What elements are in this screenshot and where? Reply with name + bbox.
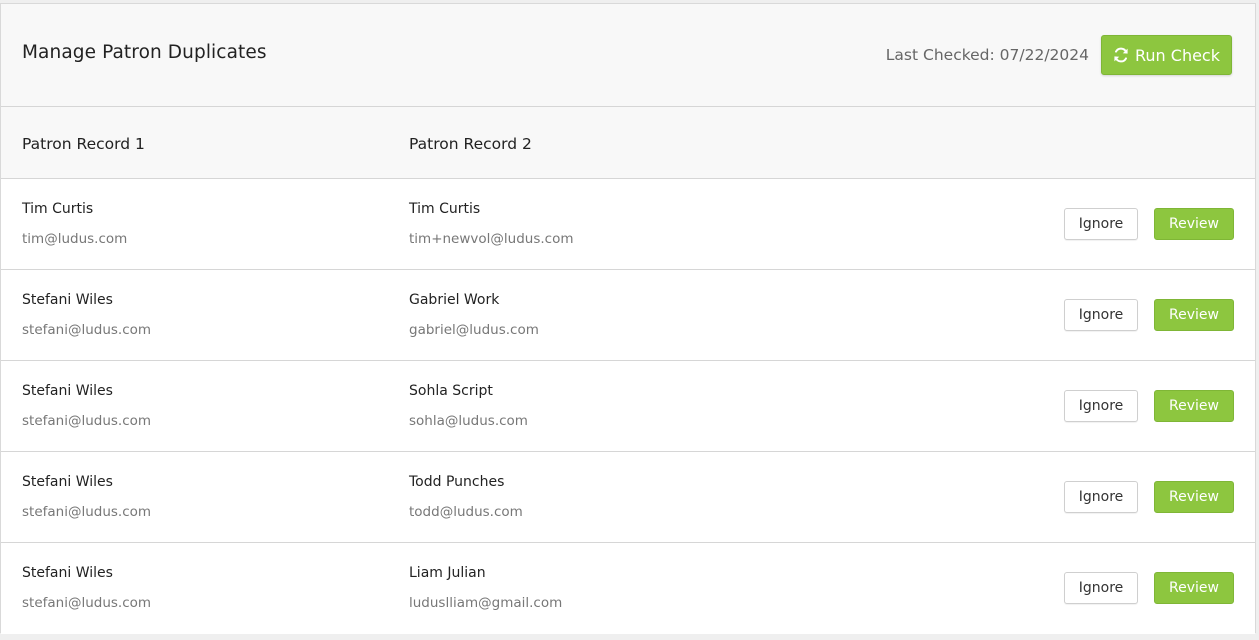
column-header-record-1: Patron Record 1 (22, 135, 145, 153)
record2-name: Todd Punches (409, 474, 505, 490)
run-check-button[interactable]: Run Check (1101, 35, 1232, 75)
review-button[interactable]: Review (1154, 390, 1234, 422)
record1-name: Stefani Wiles (22, 292, 113, 308)
run-check-label: Run Check (1135, 45, 1220, 65)
record2-email: luduslliam@gmail.com (409, 595, 563, 611)
page-title: Manage Patron Duplicates (22, 42, 267, 63)
ignore-button[interactable]: Ignore (1064, 572, 1138, 604)
duplicate-row: Stefani Wiles stefani@ludus.com Liam Jul… (1, 543, 1255, 634)
record1-email: stefani@ludus.com (22, 322, 152, 338)
record2-email: gabriel@ludus.com (409, 322, 539, 338)
review-button[interactable]: Review (1154, 208, 1234, 240)
record2-name: Gabriel Work (409, 292, 500, 308)
duplicates-list: Tim Curtis tim@ludus.com Tim Curtis tim+… (1, 179, 1255, 634)
duplicate-row: Stefani Wiles stefani@ludus.com Gabriel … (1, 270, 1255, 361)
ignore-button[interactable]: Ignore (1064, 208, 1138, 240)
review-button[interactable]: Review (1154, 481, 1234, 513)
review-button[interactable]: Review (1154, 572, 1234, 604)
record1-email: tim@ludus.com (22, 231, 128, 247)
ignore-button[interactable]: Ignore (1064, 390, 1138, 422)
record2-name: Liam Julian (409, 565, 486, 581)
record1-name: Stefani Wiles (22, 565, 113, 581)
ignore-button[interactable]: Ignore (1064, 299, 1138, 331)
record2-email: tim+newvol@ludus.com (409, 231, 574, 247)
record1-email: stefani@ludus.com (22, 504, 152, 520)
panel-header: Manage Patron Duplicates Last Checked: 0… (1, 4, 1255, 107)
record2-email: todd@ludus.com (409, 504, 523, 520)
record1-name: Tim Curtis (22, 201, 94, 217)
last-checked-text: Last Checked: 07/22/2024 (885, 46, 1089, 64)
duplicate-row: Stefani Wiles stefani@ludus.com Sohla Sc… (1, 361, 1255, 452)
record1-email: stefani@ludus.com (22, 413, 152, 429)
review-button[interactable]: Review (1154, 299, 1234, 331)
refresh-icon (1114, 47, 1128, 63)
duplicate-row: Stefani Wiles stefani@ludus.com Todd Pun… (1, 452, 1255, 543)
duplicates-panel: Manage Patron Duplicates Last Checked: 0… (0, 3, 1256, 634)
column-header-record-2: Patron Record 2 (409, 135, 532, 153)
ignore-button[interactable]: Ignore (1064, 481, 1138, 513)
record2-email: sohla@ludus.com (409, 413, 528, 429)
duplicate-row: Tim Curtis tim@ludus.com Tim Curtis tim+… (1, 179, 1255, 270)
record1-email: stefani@ludus.com (22, 595, 152, 611)
record1-name: Stefani Wiles (22, 383, 113, 399)
record2-name: Tim Curtis (409, 201, 481, 217)
column-headers: Patron Record 1 Patron Record 2 (1, 107, 1255, 179)
record2-name: Sohla Script (409, 383, 493, 399)
record1-name: Stefani Wiles (22, 474, 113, 490)
